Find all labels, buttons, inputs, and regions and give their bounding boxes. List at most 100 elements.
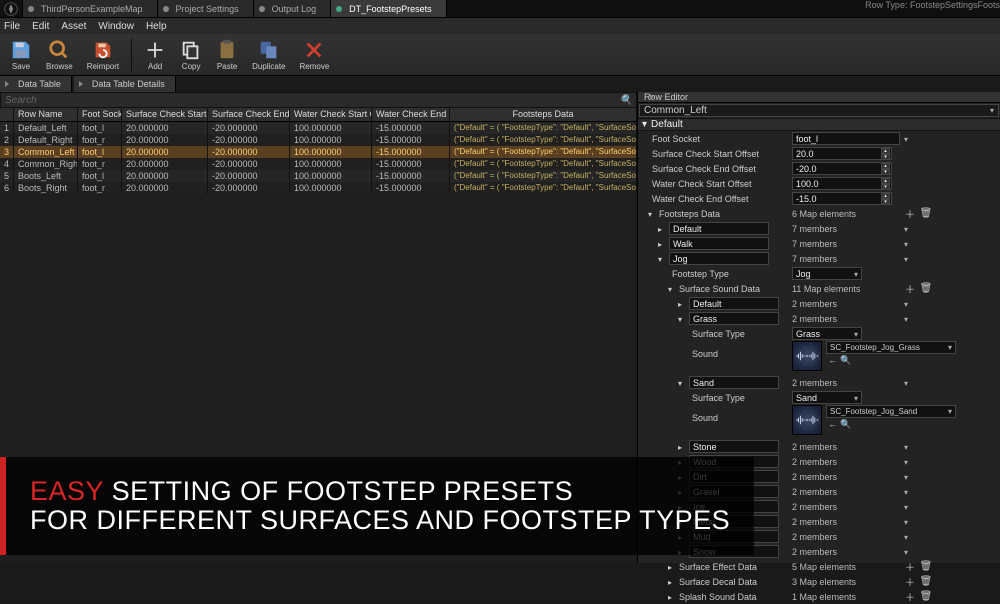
save-button[interactable]: Save: [6, 37, 36, 73]
tab-label: Project Settings: [176, 4, 239, 14]
add-element-button[interactable]: ＋: [904, 561, 916, 573]
top-tab-bar: ThirdPersonExampleMap Project Settings O…: [0, 0, 1000, 18]
search-icon: 🔍: [620, 95, 632, 106]
chevron-down-icon[interactable]: [904, 532, 908, 542]
tab-label: Output Log: [272, 4, 317, 14]
chevron-down-icon[interactable]: [904, 254, 908, 264]
search-input[interactable]: Search 🔍: [0, 92, 637, 108]
browse-to-asset-button[interactable]: 🔍: [840, 355, 851, 366]
fsd-key[interactable]: Walk: [669, 237, 769, 250]
table-row[interactable]: 3Common_Leftfoot_l20.000000-20.000000100…: [0, 146, 637, 158]
chevron-right-icon[interactable]: [668, 577, 676, 587]
add-element-button[interactable]: ＋: [904, 591, 916, 603]
clear-elements-button[interactable]: 🗑: [920, 561, 932, 573]
duplicate-button[interactable]: Duplicate: [248, 37, 289, 73]
paste-button[interactable]: Paste: [212, 37, 242, 73]
chevron-down-icon[interactable]: [904, 299, 908, 309]
surface-type-select[interactable]: Grass: [792, 327, 862, 340]
add-element-button[interactable]: ＋: [904, 576, 916, 588]
table-row[interactable]: 1Default_Leftfoot_l20.000000-20.00000010…: [0, 122, 637, 134]
chevron-right-icon[interactable]: [658, 239, 666, 249]
chevron-right-icon[interactable]: [658, 224, 666, 234]
chevron-down-icon[interactable]: [904, 457, 908, 467]
ssd-key[interactable]: Grass: [689, 312, 779, 325]
sub-tab-details[interactable]: Data Table Details: [74, 76, 176, 92]
ssd-key[interactable]: Default: [689, 297, 779, 310]
chevron-down-icon: [948, 343, 952, 352]
menu-edit[interactable]: Edit: [32, 21, 49, 32]
tab-0[interactable]: ThirdPersonExampleMap: [23, 0, 158, 17]
table-row[interactable]: 5Boots_Leftfoot_l20.000000-20.000000100.…: [0, 170, 637, 182]
sceo-input[interactable]: -20.0▴▾: [792, 162, 892, 175]
table-row[interactable]: 6Boots_Rightfoot_r20.000000-20.000000100…: [0, 182, 637, 194]
row-selector[interactable]: Common_Left: [639, 104, 999, 117]
menu-file[interactable]: File: [4, 21, 20, 32]
chevron-down-icon[interactable]: [904, 378, 908, 388]
sound-asset-select[interactable]: SC_Footstep_Jog_Sand: [826, 405, 956, 418]
sub-tab-data-table[interactable]: Data Table: [0, 76, 72, 92]
wcso-input[interactable]: 100.0▴▾: [792, 177, 892, 190]
clear-elements-button[interactable]: 🗑: [920, 283, 932, 295]
tab-3[interactable]: DT_FootstepPresets: [331, 0, 447, 17]
chevron-down-icon[interactable]: [904, 224, 908, 234]
section-default[interactable]: ▾Default: [638, 118, 1000, 131]
foot-socket-label: Foot Socket: [652, 134, 700, 144]
footstep-type-select[interactable]: Jog: [792, 267, 862, 280]
unreal-logo: [0, 0, 23, 17]
tab-1[interactable]: Project Settings: [158, 0, 254, 17]
ssd-key[interactable]: Sand: [689, 376, 779, 389]
menu-help[interactable]: Help: [146, 21, 167, 32]
use-selected-button[interactable]: ←: [828, 355, 837, 366]
copy-button[interactable]: Copy: [176, 37, 206, 73]
overlay-accent: EASY: [30, 476, 104, 506]
scso-input[interactable]: 20.0▴▾: [792, 147, 892, 160]
clear-elements-button[interactable]: 🗑: [920, 591, 932, 603]
clear-elements-button[interactable]: 🗑: [920, 576, 932, 588]
sound-cue-thumbnail[interactable]: [792, 405, 822, 435]
table-row[interactable]: 2Default_Rightfoot_r20.000000-20.0000001…: [0, 134, 637, 146]
chevron-right-icon[interactable]: [678, 442, 686, 452]
add-element-button[interactable]: ＋: [904, 283, 916, 295]
toolbar-separator: [131, 39, 132, 71]
browse-to-asset-button[interactable]: 🔍: [840, 419, 851, 430]
chevron-down-icon[interactable]: [904, 472, 908, 482]
sound-asset-select[interactable]: SC_Footstep_Jog_Grass: [826, 341, 956, 354]
chevron-down-icon[interactable]: [904, 517, 908, 527]
use-selected-button[interactable]: ←: [828, 419, 837, 430]
chevron-down-icon[interactable]: [904, 487, 908, 497]
remove-button[interactable]: Remove: [296, 37, 334, 73]
fsd-key[interactable]: Default: [669, 222, 769, 235]
sub-tab-bar: Data Table Data Table Details: [0, 76, 1000, 92]
chevron-down-icon[interactable]: [904, 442, 908, 452]
chevron-down-icon[interactable]: [904, 239, 908, 249]
reimport-button[interactable]: Reimport: [83, 37, 123, 73]
menu-asset[interactable]: Asset: [61, 21, 86, 32]
chevron-down-icon[interactable]: [678, 314, 686, 324]
foot-socket-input[interactable]: foot_l: [792, 132, 900, 145]
browse-button[interactable]: Browse: [42, 37, 77, 73]
chevron-right-icon[interactable]: [668, 592, 676, 602]
chevron-down-icon[interactable]: [904, 134, 908, 144]
fsd-key[interactable]: Jog: [669, 252, 769, 265]
chevron-down-icon[interactable]: [678, 378, 686, 388]
chevron-right-icon[interactable]: [668, 562, 676, 572]
chevron-down-icon[interactable]: [648, 209, 656, 219]
ssd-key[interactable]: Stone: [689, 440, 779, 453]
chevron-down-icon[interactable]: [904, 547, 908, 557]
sound-cue-thumbnail[interactable]: [792, 341, 822, 371]
chevron-down-icon[interactable]: [904, 502, 908, 512]
clear-elements-button[interactable]: 🗑: [920, 208, 932, 220]
surface-type-select[interactable]: Sand: [792, 391, 862, 404]
menu-window[interactable]: Window: [98, 21, 134, 32]
chevron-down-icon[interactable]: [904, 314, 908, 324]
tab-label: ThirdPersonExampleMap: [41, 4, 143, 14]
wceo-input[interactable]: -15.0▴▾: [792, 192, 892, 205]
chevron-down-icon[interactable]: [668, 284, 676, 294]
add-element-button[interactable]: ＋: [904, 208, 916, 220]
chevron-right-icon[interactable]: [678, 299, 686, 309]
table-row[interactable]: 4Common_Rightfoot_r20.000000-20.00000010…: [0, 158, 637, 170]
add-button[interactable]: Add: [140, 37, 170, 73]
tab-2[interactable]: Output Log: [254, 0, 332, 17]
chevron-down-icon[interactable]: [658, 254, 666, 264]
table-header: Row Name Foot Socket Surface Check Start…: [0, 108, 637, 122]
